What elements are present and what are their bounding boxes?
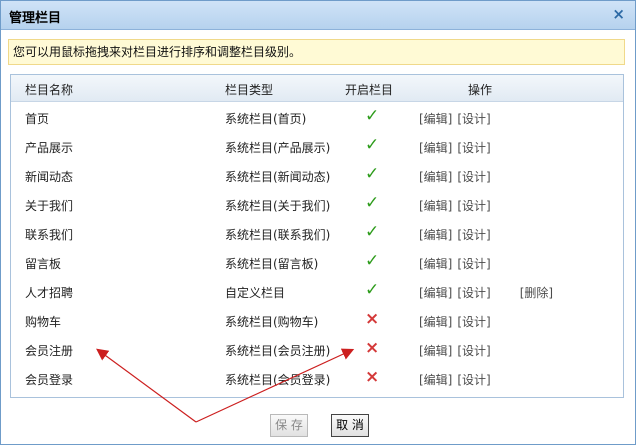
check-icon[interactable]: ✓ bbox=[365, 251, 379, 271]
row-actions: [编辑] [设计] bbox=[419, 197, 496, 214]
check-icon[interactable]: ✓ bbox=[365, 164, 379, 184]
row-actions: [编辑] [设计] [删除] bbox=[419, 284, 558, 301]
design-link[interactable]: [设计] bbox=[457, 315, 490, 329]
design-link[interactable]: [设计] bbox=[457, 257, 490, 271]
edit-link[interactable]: [编辑] bbox=[419, 228, 452, 242]
column-type: 系统栏目(留言板) bbox=[225, 257, 319, 271]
check-icon[interactable]: ✓ bbox=[365, 280, 379, 300]
columns-table: 栏目名称 栏目类型 开启栏目 操作 首页 系统栏目(首页) ✓ [编辑] [设计] 产品展… bbox=[10, 74, 624, 398]
edit-link[interactable]: [编辑] bbox=[419, 344, 452, 358]
table-row[interactable]: 会员登录 系统栏目(会员登录) × [编辑] [设计] bbox=[11, 364, 623, 393]
table-row[interactable]: 会员注册 系统栏目(会员注册) × [编辑] [设计] bbox=[11, 335, 623, 364]
design-link[interactable]: [设计] bbox=[457, 170, 490, 184]
column-type: 自定义栏目 bbox=[225, 286, 286, 300]
delete-link[interactable]: [删除] bbox=[520, 286, 553, 300]
header-enabled: 开启栏目 bbox=[345, 83, 394, 97]
table-row[interactable]: 首页 系统栏目(首页) ✓ [编辑] [设计] bbox=[11, 103, 623, 132]
row-actions: [编辑] [设计] bbox=[419, 313, 496, 330]
column-type: 系统栏目(联系我们) bbox=[225, 228, 331, 242]
edit-link[interactable]: [编辑] bbox=[419, 112, 452, 126]
column-type: 系统栏目(购物车) bbox=[225, 315, 319, 329]
design-link[interactable]: [设计] bbox=[457, 141, 490, 155]
design-link[interactable]: [设计] bbox=[457, 344, 490, 358]
edit-link[interactable]: [编辑] bbox=[419, 170, 452, 184]
row-actions: [编辑] [设计] bbox=[419, 110, 496, 127]
column-name: 购物车 bbox=[25, 315, 62, 329]
header-type: 栏目类型 bbox=[225, 83, 274, 97]
column-type: 系统栏目(会员登录) bbox=[225, 373, 331, 387]
row-actions: [编辑] [设计] bbox=[419, 255, 496, 272]
design-link[interactable]: [设计] bbox=[457, 112, 490, 126]
save-button[interactable]: 保 存 bbox=[270, 414, 308, 437]
check-icon[interactable]: ✓ bbox=[365, 135, 379, 155]
column-type: 系统栏目(会员注册) bbox=[225, 344, 331, 358]
cross-icon[interactable]: × bbox=[365, 338, 379, 358]
table-header: 栏目名称 栏目类型 开启栏目 操作 bbox=[11, 75, 623, 102]
column-name: 会员注册 bbox=[25, 344, 74, 358]
dialog-title: 管理栏目 bbox=[9, 11, 62, 26]
check-icon[interactable]: ✓ bbox=[365, 222, 379, 242]
column-type: 系统栏目(关于我们) bbox=[225, 199, 331, 213]
column-type: 系统栏目(首页) bbox=[225, 112, 307, 126]
column-name: 首页 bbox=[25, 112, 50, 126]
edit-link[interactable]: [编辑] bbox=[419, 373, 452, 387]
design-link[interactable]: [设计] bbox=[457, 373, 490, 387]
column-name: 会员登录 bbox=[25, 373, 74, 387]
edit-link[interactable]: [编辑] bbox=[419, 286, 452, 300]
cross-icon[interactable]: × bbox=[365, 309, 379, 329]
design-link[interactable]: [设计] bbox=[457, 199, 490, 213]
table-row[interactable]: 人才招聘 自定义栏目 ✓ [编辑] [设计] [删除] bbox=[11, 277, 623, 306]
edit-link[interactable]: [编辑] bbox=[419, 141, 452, 155]
header-name: 栏目名称 bbox=[25, 83, 74, 97]
row-actions: [编辑] [设计] bbox=[419, 342, 496, 359]
column-type: 系统栏目(产品展示) bbox=[225, 141, 331, 155]
drag-tip: 您可以用鼠标拖拽来对栏目进行排序和调整栏目级别。 bbox=[8, 39, 625, 65]
table-row[interactable]: 关于我们 系统栏目(关于我们) ✓ [编辑] [设计] bbox=[11, 190, 623, 219]
row-actions: [编辑] [设计] bbox=[419, 139, 496, 156]
table-row[interactable]: 新闻动态 系统栏目(新闻动态) ✓ [编辑] [设计] bbox=[11, 161, 623, 190]
column-type: 系统栏目(新闻动态) bbox=[225, 170, 331, 184]
column-name: 关于我们 bbox=[25, 199, 74, 213]
manage-columns-dialog: 管理栏目 × 您可以用鼠标拖拽来对栏目进行排序和调整栏目级别。 栏目名称 栏目类… bbox=[0, 0, 636, 445]
cross-icon[interactable]: × bbox=[365, 367, 379, 387]
dialog-titlebar: 管理栏目 × bbox=[1, 1, 635, 30]
table-row[interactable]: 产品展示 系统栏目(产品展示) ✓ [编辑] [设计] bbox=[11, 132, 623, 161]
column-name: 人才招聘 bbox=[25, 286, 74, 300]
header-actions: 操作 bbox=[468, 83, 493, 97]
column-name: 留言板 bbox=[25, 257, 62, 271]
row-actions: [编辑] [设计] bbox=[419, 226, 496, 243]
edit-link[interactable]: [编辑] bbox=[419, 199, 452, 213]
design-link[interactable]: [设计] bbox=[457, 286, 490, 300]
close-icon[interactable]: × bbox=[612, 5, 625, 23]
table-row[interactable]: 购物车 系统栏目(购物车) × [编辑] [设计] bbox=[11, 306, 623, 335]
column-name: 新闻动态 bbox=[25, 170, 74, 184]
column-name: 联系我们 bbox=[25, 228, 74, 242]
table-row[interactable]: 留言板 系统栏目(留言板) ✓ [编辑] [设计] bbox=[11, 248, 623, 277]
dialog-buttons: 保 存 取 消 bbox=[1, 414, 636, 440]
row-actions: [编辑] [设计] bbox=[419, 371, 496, 388]
design-link[interactable]: [设计] bbox=[457, 228, 490, 242]
edit-link[interactable]: [编辑] bbox=[419, 315, 452, 329]
table-row[interactable]: 联系我们 系统栏目(联系我们) ✓ [编辑] [设计] bbox=[11, 219, 623, 248]
check-icon[interactable]: ✓ bbox=[365, 193, 379, 213]
cancel-button[interactable]: 取 消 bbox=[331, 414, 369, 437]
row-actions: [编辑] [设计] bbox=[419, 168, 496, 185]
edit-link[interactable]: [编辑] bbox=[419, 257, 452, 271]
column-name: 产品展示 bbox=[25, 141, 74, 155]
check-icon[interactable]: ✓ bbox=[365, 106, 379, 126]
